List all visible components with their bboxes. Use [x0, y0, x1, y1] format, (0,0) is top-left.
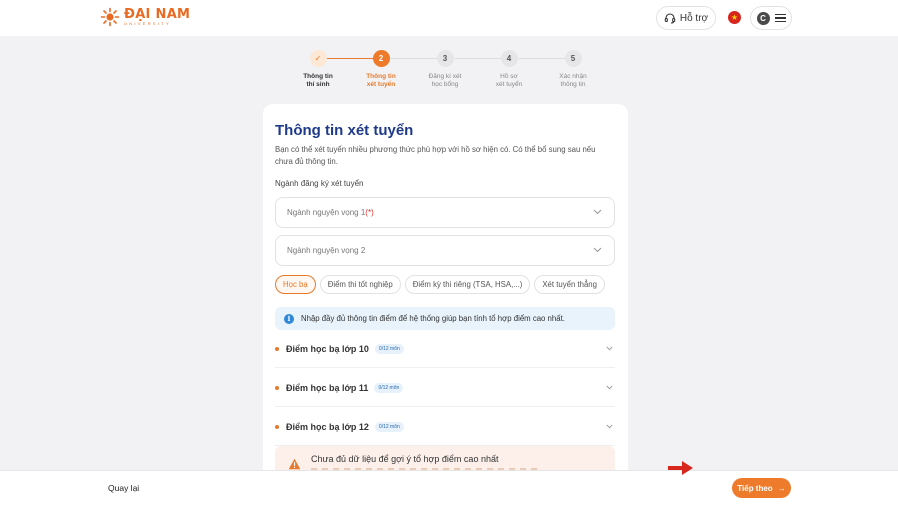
grade-10-title: Điểm học bạ lớp 10: [286, 343, 369, 354]
hamburger-menu-icon: [774, 13, 786, 23]
grade-11-accordion[interactable]: Điểm học bạ lớp 11 0/12 môn: [275, 369, 615, 407]
tab-transcript[interactable]: Học bạ: [275, 275, 316, 294]
step-number: 2: [372, 50, 390, 67]
step-number: 4: [500, 50, 518, 67]
language-flag-icon[interactable]: ★: [728, 11, 741, 24]
major-choice-2-placeholder: Ngành nguyện vọng 2: [287, 246, 366, 255]
progress-stepper: ✓ Thông tin thí sinh 2 Thông tin xét tuyển…: [290, 50, 610, 94]
chevron-down-icon: [606, 385, 613, 390]
grade-11-title: Điểm học bạ lớp 11: [286, 382, 369, 393]
grade-12-title: Điểm học bạ lớp 12: [286, 421, 369, 432]
subject-count-badge: 0/12 môn: [374, 421, 404, 432]
chevron-down-icon: [593, 209, 602, 215]
subject-count-badge: 0/12 môn: [374, 382, 404, 393]
support-label: Hỗ trợ: [679, 12, 709, 24]
info-text: Nhập đầy đủ thông tin điểm để hệ thống g…: [301, 314, 565, 323]
headset-icon: [664, 13, 676, 24]
bullet-dot: [275, 424, 279, 429]
footer-bar: Quay lại Tiếp theo →: [0, 470, 898, 505]
page-title: Thông tin xét tuyển: [275, 122, 414, 139]
chevron-down-icon: [606, 346, 613, 351]
top-header: ĐẠI NAM UNIVERSITY Hỗ trợ ★ C: [0, 0, 898, 36]
grade-12-accordion[interactable]: Điểm học bạ lớp 12 0/12 môn: [275, 408, 615, 446]
annotation-arrow-icon: [668, 461, 693, 475]
chevron-down-icon: [606, 424, 613, 429]
bullet-dot: [275, 346, 279, 351]
subject-count-badge: 0/12 môn: [374, 343, 404, 354]
next-button[interactable]: Tiếp theo →: [732, 478, 791, 498]
support-button[interactable]: Hỗ trợ: [656, 6, 716, 30]
arrow-right-icon: →: [777, 483, 786, 493]
sun-logo-icon: [100, 7, 120, 27]
avatar: C: [756, 11, 770, 25]
user-menu-button[interactable]: C: [750, 6, 792, 30]
step-3-scholarship[interactable]: 3 Đăng kí xét học bổng: [417, 50, 473, 89]
info-icon: i: [284, 313, 294, 324]
step-4-documents[interactable]: 4 Hồ sơ xét tuyển: [481, 50, 537, 89]
warning-icon: [288, 458, 301, 470]
step-number: 3: [436, 50, 454, 67]
warning-title: Chưa đủ dữ liệu để gợi ý tổ hợp điểm cao…: [311, 454, 499, 464]
university-logo[interactable]: ĐẠI NAM UNIVERSITY: [100, 7, 190, 27]
step-5-confirm[interactable]: 5 Xác nhận thông tin: [545, 50, 601, 89]
step-2-admission-info[interactable]: 2 Thông tin xét tuyển: [353, 50, 409, 89]
tab-private-exam[interactable]: Điểm kỳ thi riêng (TSA, HSA,...): [404, 275, 531, 294]
info-banner: i Nhập đầy đủ thông tin điểm để hệ thống…: [275, 307, 615, 330]
admission-form-card: Thông tin xét tuyển Bạn có thể xét tuyển…: [263, 104, 628, 484]
logo-name: ĐẠI NAM: [124, 7, 191, 22]
chevron-down-icon: [593, 247, 602, 253]
check-icon: ✓: [309, 50, 327, 67]
major-choice-1-select[interactable]: Ngành nguyện vọng 1 (*): [275, 197, 615, 228]
grade-10-accordion[interactable]: Điểm học bạ lớp 10 0/12 môn: [275, 330, 615, 368]
next-label: Tiếp theo: [737, 483, 773, 493]
logo-subtitle: UNIVERSITY: [124, 21, 172, 26]
bullet-dot: [275, 385, 279, 390]
major-choice-1-placeholder: Ngành nguyện vọng 1: [287, 208, 366, 217]
required-marker: (*): [365, 208, 374, 217]
major-section-label: Ngành đăng ký xét tuyển: [275, 179, 364, 188]
tab-direct-admission[interactable]: Xét tuyển thẳng: [534, 275, 605, 294]
major-choice-2-select[interactable]: Ngành nguyện vọng 2: [275, 235, 615, 266]
step-1-candidate-info[interactable]: ✓ Thông tin thí sinh: [290, 50, 346, 89]
tab-graduation-exam[interactable]: Điểm thi tốt nghiệp: [319, 275, 401, 294]
admission-method-tabs: Học bạ Điểm thi tốt nghiệp Điểm kỳ thi r…: [275, 275, 609, 294]
back-button[interactable]: Quay lại: [108, 483, 139, 493]
step-number: 5: [564, 50, 582, 67]
form-description: Bạn có thể xét tuyển nhiều phương thức p…: [275, 145, 596, 166]
